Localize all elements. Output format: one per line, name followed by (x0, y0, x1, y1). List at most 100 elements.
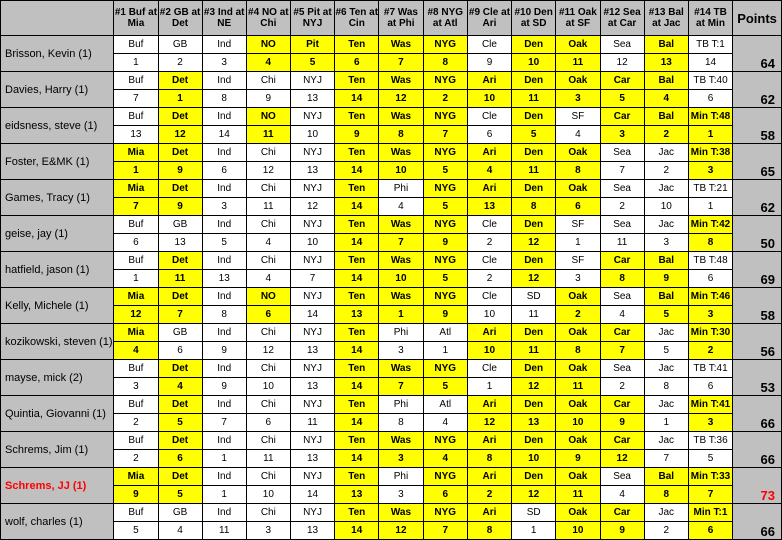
pick-cell: Mia (114, 144, 158, 162)
confidence-cell: 4 (246, 54, 290, 72)
confidence-cell: 7 (158, 306, 202, 324)
confidence-cell: 6 (202, 162, 246, 180)
pick-cell: Buf (114, 252, 158, 270)
confidence-cell: 10 (467, 342, 511, 360)
pick-cell: Oak (556, 72, 600, 90)
player-name: Davies, Harry (1) (1, 72, 114, 108)
pick-cell: Ten (335, 288, 379, 306)
confidence-cell: 2 (556, 306, 600, 324)
confidence-cell: 10 (379, 162, 423, 180)
confidence-cell: 3 (688, 414, 732, 432)
pick-cell: Mia (114, 180, 158, 198)
pick-cell: Jac (644, 180, 688, 198)
confidence-cell: 9 (246, 90, 290, 108)
confidence-cell: 10 (512, 54, 556, 72)
header-row: #1 Buf at Mia #2 GB at Det #3 Ind at NE … (1, 1, 782, 36)
name-header (1, 1, 114, 36)
pick-cell: NO (246, 36, 290, 54)
pick-cell: Ten (335, 36, 379, 54)
confidence-cell: 6 (688, 270, 732, 288)
confidence-cell: 11 (290, 414, 334, 432)
game-header: #5 Pit at NYJ (290, 1, 334, 36)
confidence-cell: 8 (688, 234, 732, 252)
confidence-cell: 1 (512, 522, 556, 540)
confidence-cell: 12 (512, 234, 556, 252)
confidence-cell: 11 (512, 306, 556, 324)
pick-cell: Min T:41 (688, 396, 732, 414)
confidence-cell: 3 (556, 90, 600, 108)
pick-cell: NO (246, 108, 290, 126)
confidence-cell: 7 (600, 342, 644, 360)
confidence-cell: 1 (114, 54, 158, 72)
pick-cell: Ind (202, 324, 246, 342)
pick-cell: NYG (423, 36, 467, 54)
confidence-cell: 4 (246, 234, 290, 252)
confidence-cell: 1 (467, 378, 511, 396)
pick-cell: SF (556, 252, 600, 270)
confidence-cell: 12 (512, 486, 556, 504)
confidence-cell: 4 (423, 450, 467, 468)
confidence-cell: 5 (644, 342, 688, 360)
confidence-cell: 12 (158, 126, 202, 144)
confidence-cell: 6 (688, 378, 732, 396)
confidence-cell: 5 (202, 234, 246, 252)
confidence-cell: 10 (467, 90, 511, 108)
game-header: #12 Sea at Car (600, 1, 644, 36)
confidence-cell: 4 (600, 486, 644, 504)
confidence-cell: 13 (202, 270, 246, 288)
confidence-cell: 12 (512, 378, 556, 396)
confidence-cell: 4 (379, 198, 423, 216)
pick-cell: Det (158, 180, 202, 198)
pick-cell: Cle (467, 360, 511, 378)
pick-cell: Car (600, 252, 644, 270)
pick-cell: NYJ (290, 324, 334, 342)
player-name: Quintia, Giovanni (1) (1, 396, 114, 432)
confidence-cell: 10 (290, 126, 334, 144)
pick-cell: Bal (644, 72, 688, 90)
confidence-cell: 2 (467, 486, 511, 504)
confidence-cell: 7 (423, 522, 467, 540)
player-pick-row: Schrems, Jim (1)BufDetIndChiNYJTenWasNYG… (1, 432, 782, 450)
pick-cell: Det (158, 360, 202, 378)
pick-cell: Mia (114, 288, 158, 306)
pick-cell: Was (379, 144, 423, 162)
confidence-cell: 4 (600, 306, 644, 324)
confidence-cell: 4 (423, 414, 467, 432)
confidence-cell: 6 (246, 414, 290, 432)
confidence-cell: 3 (379, 342, 423, 360)
pick-cell: Mia (114, 468, 158, 486)
points-cell: 62 (733, 72, 782, 108)
confidence-cell: 10 (290, 234, 334, 252)
confidence-cell: 13 (290, 522, 334, 540)
pick-cell: Det (158, 72, 202, 90)
pick-cell: Phi (379, 468, 423, 486)
pick-cell: Ten (335, 324, 379, 342)
confidence-cell: 2 (467, 234, 511, 252)
pick-cell: Oak (556, 324, 600, 342)
confidence-cell: 2 (114, 414, 158, 432)
pick-cell: Phi (379, 180, 423, 198)
confidence-cell: 3 (114, 378, 158, 396)
pick-cell: Min T:46 (688, 288, 732, 306)
player-num-row: 1111347141052123896 (1, 270, 782, 288)
confidence-cell: 13 (512, 414, 556, 432)
confidence-cell: 6 (467, 126, 511, 144)
pick-cell: GB (158, 36, 202, 54)
pick-cell: Chi (246, 468, 290, 486)
pick-cell: Jac (644, 324, 688, 342)
player-pick-row: kozikowski, steven (1)MiaGBIndChiNYJTenP… (1, 324, 782, 342)
pick-cell: Ari (467, 396, 511, 414)
pick-cell: Den (512, 252, 556, 270)
player-num-row: 9511014133621211487 (1, 486, 782, 504)
pick-cell: Bal (644, 36, 688, 54)
pick-cell: Ten (335, 396, 379, 414)
player-name: kozikowski, steven (1) (1, 324, 114, 360)
confidence-cell: 7 (379, 54, 423, 72)
pick-cell: Den (512, 144, 556, 162)
confidence-cell: 2 (423, 90, 467, 108)
confidence-cell: 14 (335, 378, 379, 396)
confidence-cell: 1 (114, 162, 158, 180)
pick-cell: Buf (114, 396, 158, 414)
pick-cell: Ind (202, 216, 246, 234)
confidence-cell: 4 (644, 90, 688, 108)
